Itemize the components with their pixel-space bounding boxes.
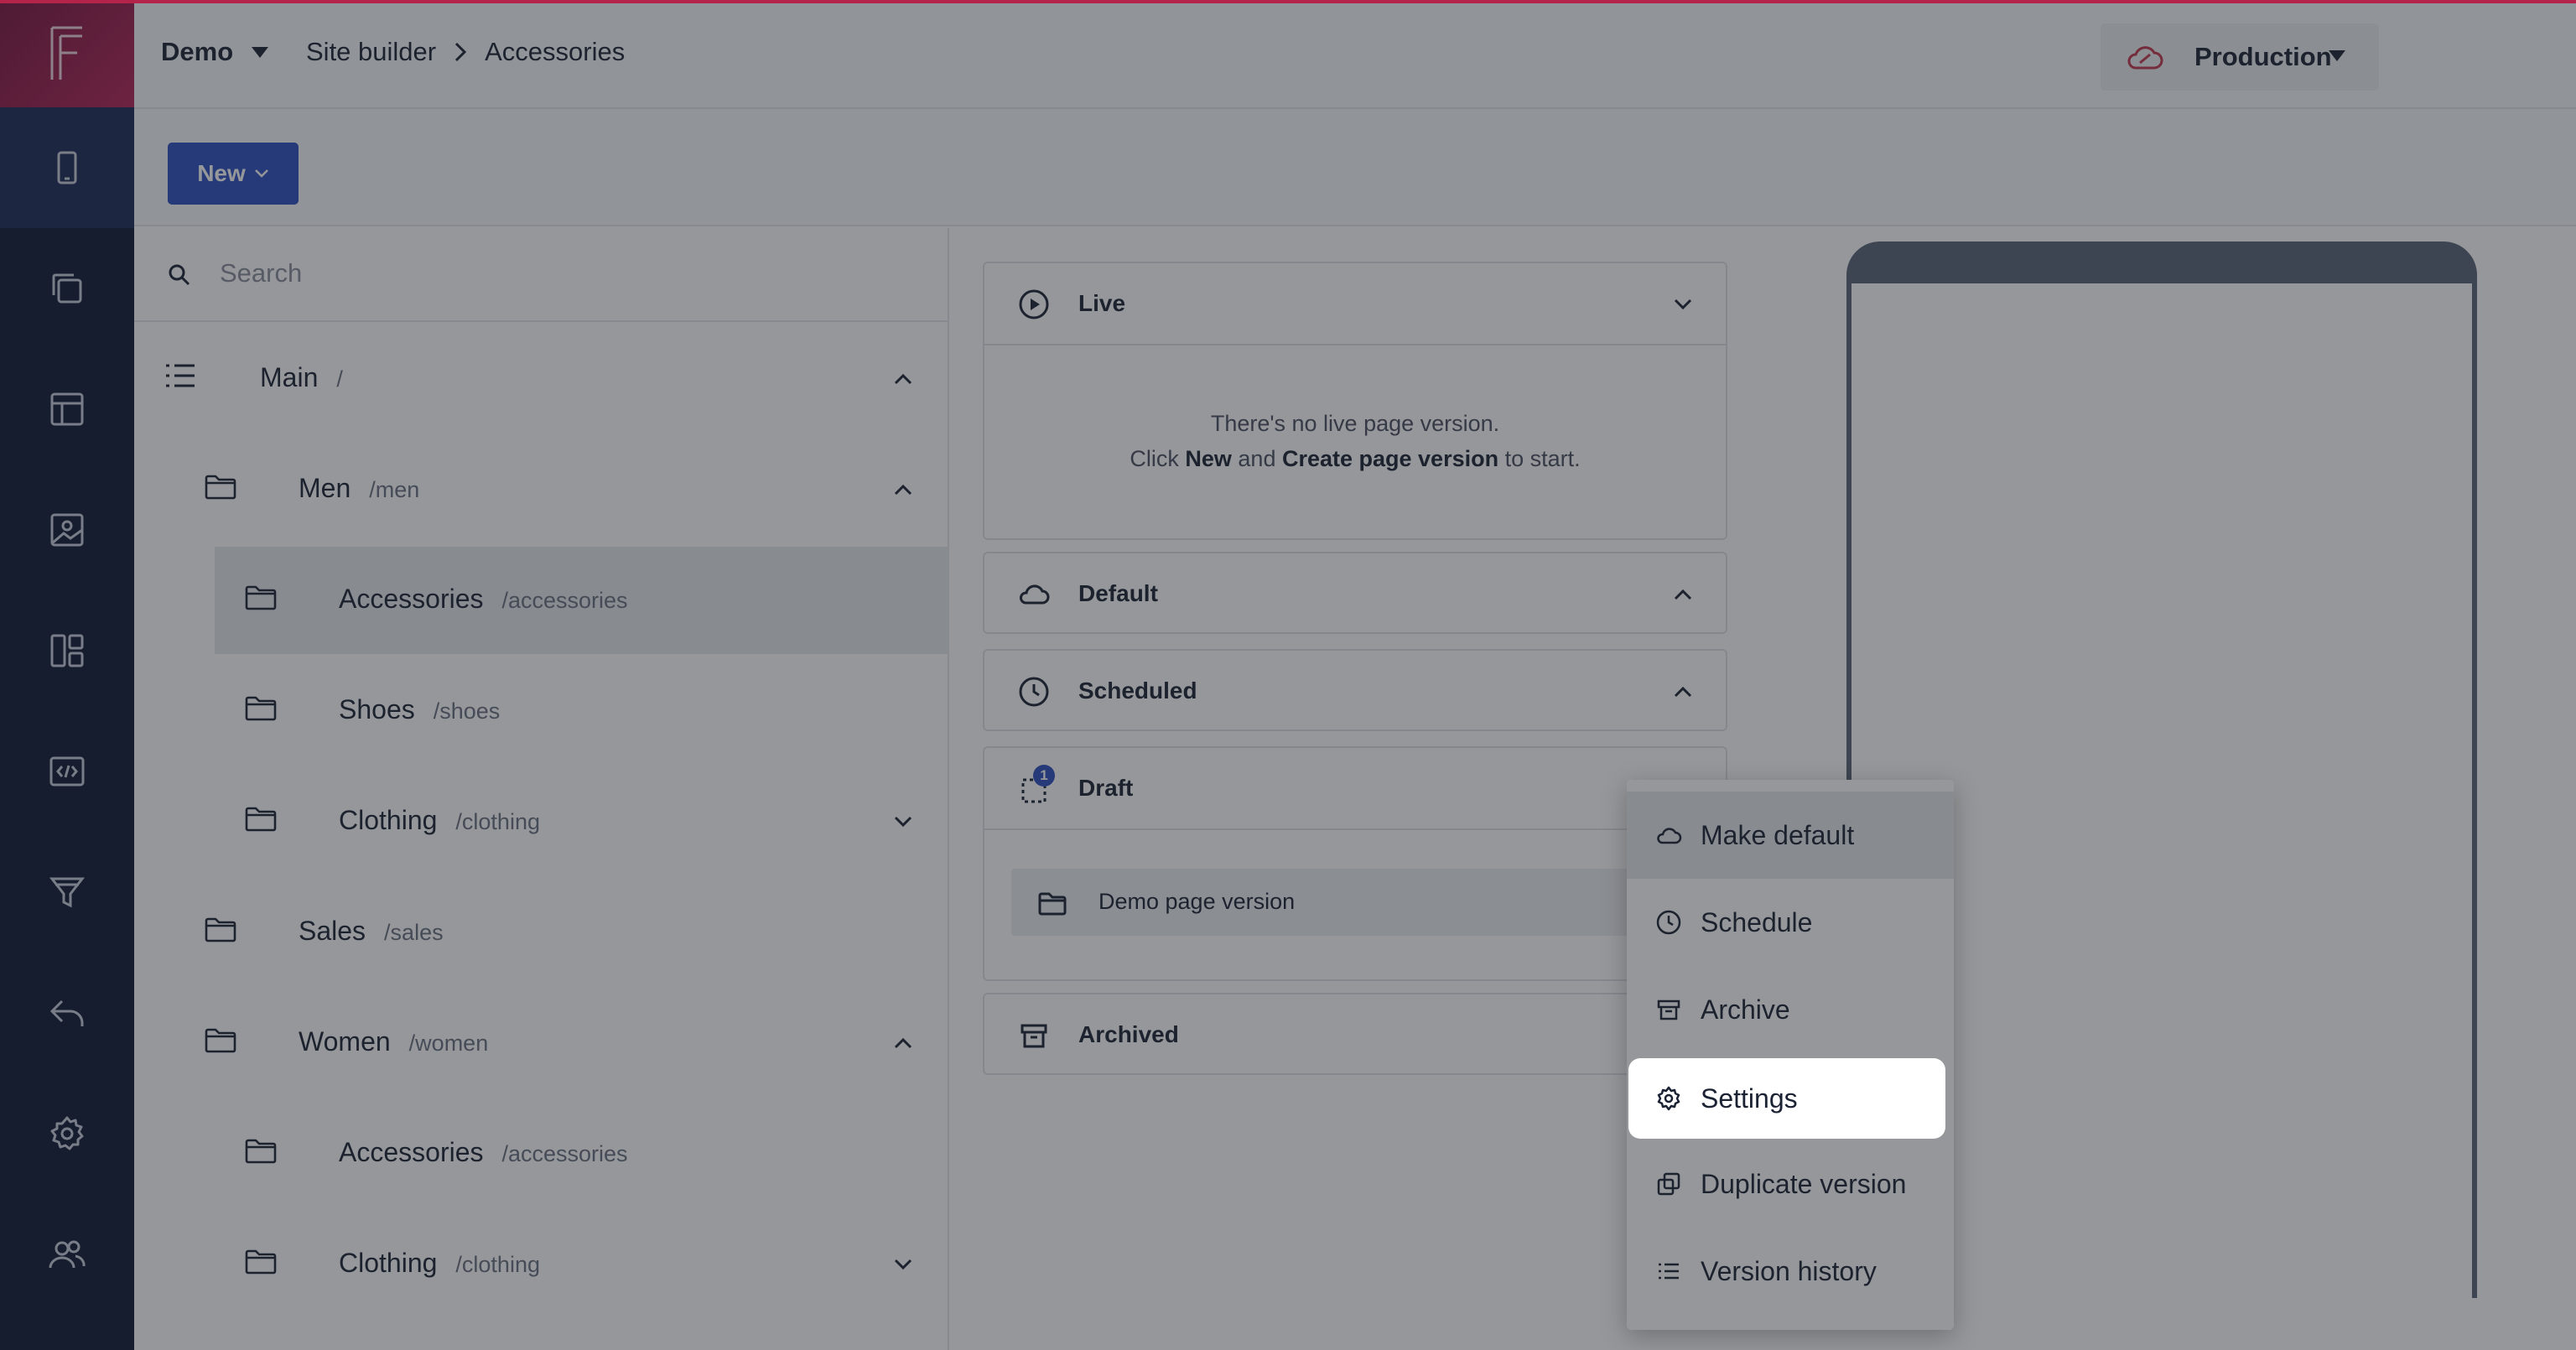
- gear-icon: [1657, 1086, 1680, 1111]
- menu-item-settings-highlight[interactable]: Settings: [1628, 1058, 1945, 1139]
- top-accent-bar: [0, 0, 2576, 3]
- menu-item-label: Settings: [1701, 1083, 1798, 1114]
- version-context-menu: Make defaultScheduleArchiveSettingsDupli…: [1627, 780, 1954, 1330]
- menu-dim-overlay: [1627, 780, 1954, 1330]
- modal-overlay[interactable]: [0, 0, 2576, 1350]
